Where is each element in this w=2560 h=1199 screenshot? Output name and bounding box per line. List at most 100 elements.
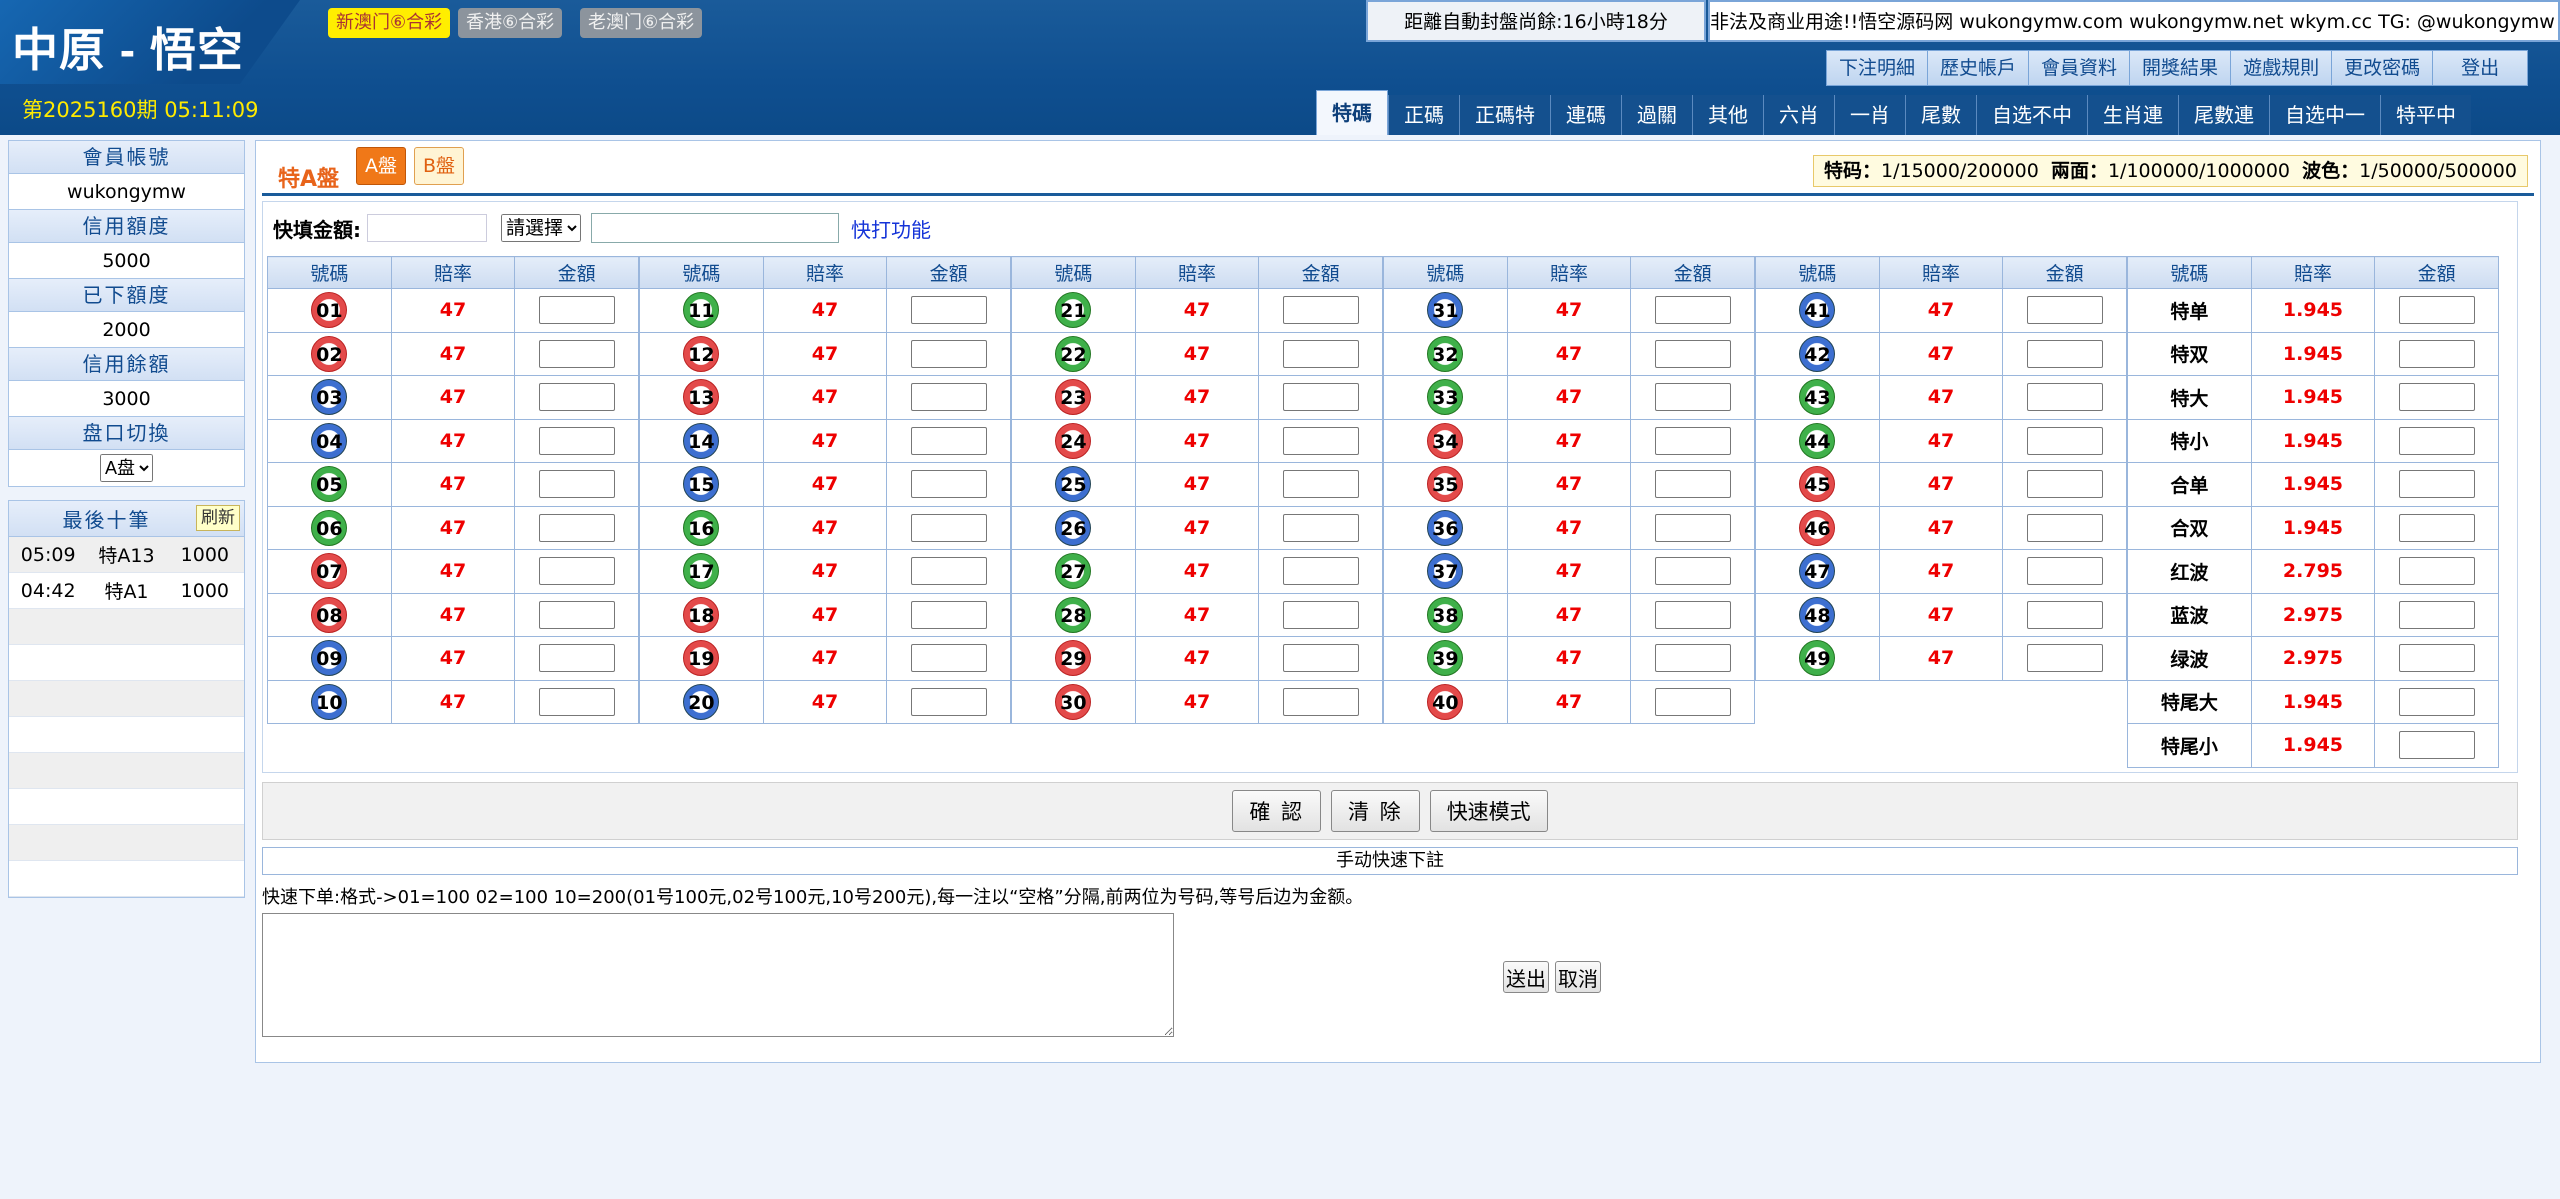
amount-input[interactable] — [538, 513, 615, 542]
amount-input[interactable] — [2398, 296, 2475, 325]
quick-play-link[interactable]: 快打功能 — [851, 214, 931, 243]
send-button[interactable]: 送出 — [1503, 961, 1549, 993]
tab-other[interactable]: 其他 — [1692, 95, 1763, 135]
amount-input[interactable] — [1654, 557, 1731, 586]
pan-a-button[interactable]: A盤 — [356, 147, 406, 185]
amount-input[interactable] — [2026, 426, 2103, 455]
amount-input[interactable] — [2398, 731, 2475, 760]
amount-input[interactable] — [1282, 687, 1359, 716]
tab-te-ma[interactable]: 特碼 — [1316, 90, 1388, 135]
amount-input[interactable] — [538, 644, 615, 673]
amount-input[interactable] — [2398, 513, 2475, 542]
amount-input[interactable] — [1654, 600, 1731, 629]
amount-input[interactable] — [2398, 339, 2475, 368]
amount-input[interactable] — [1654, 644, 1731, 673]
quick-fill-text[interactable] — [591, 213, 839, 243]
link-history[interactable]: 歷史帳戶 — [1927, 50, 2030, 86]
tab-zixuan-zhongyi[interactable]: 自选中一 — [2269, 95, 2380, 135]
amount-input[interactable] — [1282, 557, 1359, 586]
amount-input[interactable] — [2026, 600, 2103, 629]
amount-input[interactable] — [2398, 426, 2475, 455]
manual-bet-input[interactable] — [262, 913, 1174, 1037]
amount-input[interactable] — [2026, 383, 2103, 412]
amount-input[interactable] — [2026, 513, 2103, 542]
link-change-password[interactable]: 更改密碼 — [2331, 50, 2434, 86]
tab-shengxiao-lian[interactable]: 生肖連 — [2087, 95, 2178, 135]
amount-input[interactable] — [910, 383, 987, 412]
amount-input[interactable] — [1282, 426, 1359, 455]
amount-input[interactable] — [2026, 470, 2103, 499]
amount-input[interactable] — [2398, 644, 2475, 673]
amount-input[interactable] — [538, 339, 615, 368]
refresh-button[interactable]: 刷新 — [196, 505, 240, 531]
amount-input[interactable] — [910, 339, 987, 368]
amount-input[interactable] — [1282, 600, 1359, 629]
amount-input[interactable] — [2026, 557, 2103, 586]
link-rules[interactable]: 遊戲規則 — [2230, 50, 2333, 86]
tab-wei-shu[interactable]: 尾數 — [1905, 95, 1976, 135]
amount-input[interactable] — [1282, 513, 1359, 542]
amount-input[interactable] — [1282, 644, 1359, 673]
tab-lian-ma[interactable]: 連碼 — [1550, 95, 1621, 135]
tab-zheng-ma-te[interactable]: 正碼特 — [1459, 95, 1550, 135]
amount-input[interactable] — [1654, 426, 1731, 455]
confirm-button[interactable]: 確 認 — [1232, 790, 1321, 832]
amount-input[interactable] — [1282, 470, 1359, 499]
amount-input[interactable] — [910, 687, 987, 716]
amount-input[interactable] — [2398, 557, 2475, 586]
link-member-info[interactable]: 會員資料 — [2028, 50, 2131, 86]
amount-input[interactable] — [1282, 296, 1359, 325]
amount-input[interactable] — [2026, 644, 2103, 673]
amount-cell — [1258, 505, 1383, 550]
amount-input[interactable] — [910, 426, 987, 455]
amount-input[interactable] — [538, 470, 615, 499]
pan-switch-select[interactable]: A盘 — [100, 454, 153, 482]
amount-input[interactable] — [2398, 470, 2475, 499]
cancel-button[interactable]: 取消 — [1555, 961, 1601, 993]
amount-input[interactable] — [1654, 513, 1731, 542]
amount-input[interactable] — [1654, 687, 1731, 716]
amount-input[interactable] — [910, 513, 987, 542]
amount-input[interactable] — [910, 644, 987, 673]
amount-input[interactable] — [2026, 296, 2103, 325]
lottery-tab-hongkong[interactable]: 香港⑥合彩 — [458, 8, 563, 38]
amount-input[interactable] — [1654, 383, 1731, 412]
tab-yi-xiao[interactable]: 一肖 — [1834, 95, 1905, 135]
amount-input[interactable] — [538, 426, 615, 455]
tab-zixuan-buzhong[interactable]: 自选不中 — [1976, 95, 2087, 135]
amount-input[interactable] — [910, 296, 987, 325]
link-results[interactable]: 開獎結果 — [2129, 50, 2232, 86]
amount-input[interactable] — [1654, 296, 1731, 325]
clear-button[interactable]: 清 除 — [1331, 790, 1420, 832]
amount-input[interactable] — [538, 557, 615, 586]
tab-guo-guan[interactable]: 過關 — [1621, 95, 1692, 135]
amount-input[interactable] — [1282, 339, 1359, 368]
tab-zheng-ma[interactable]: 正碼 — [1388, 95, 1459, 135]
quick-fill-select[interactable]: 請選擇 — [501, 214, 581, 242]
lottery-tab-old-macau[interactable]: 老澳门⑥合彩 — [580, 8, 703, 38]
tab-weishu-lian[interactable]: 尾數連 — [2178, 95, 2269, 135]
amount-input[interactable] — [538, 296, 615, 325]
amount-input[interactable] — [2398, 383, 2475, 412]
pan-b-button[interactable]: B盤 — [414, 147, 465, 185]
tab-teping-zhong[interactable]: 特平中 — [2380, 95, 2471, 135]
link-bet-details[interactable]: 下注明細 — [1826, 50, 1929, 86]
link-logout[interactable]: 登出 — [2432, 50, 2529, 86]
amount-input[interactable] — [538, 383, 615, 412]
amount-input[interactable] — [538, 600, 615, 629]
quick-fill-amount[interactable] — [367, 214, 487, 242]
fast-mode-button[interactable]: 快速模式 — [1429, 790, 1548, 832]
amount-input[interactable] — [2398, 600, 2475, 629]
amount-input[interactable] — [1654, 339, 1731, 368]
amount-input[interactable] — [910, 600, 987, 629]
amount-input[interactable] — [538, 687, 615, 716]
amount-input[interactable] — [2026, 339, 2103, 368]
lottery-tab-new-macau[interactable]: 新澳门⑥合彩 — [328, 8, 451, 38]
odds-cell: 47 — [1134, 288, 1260, 333]
amount-input[interactable] — [1654, 470, 1731, 499]
amount-input[interactable] — [910, 470, 987, 499]
tab-liu-xiao[interactable]: 六肖 — [1763, 95, 1834, 135]
amount-input[interactable] — [2398, 687, 2475, 716]
amount-input[interactable] — [1282, 383, 1359, 412]
amount-input[interactable] — [910, 557, 987, 586]
